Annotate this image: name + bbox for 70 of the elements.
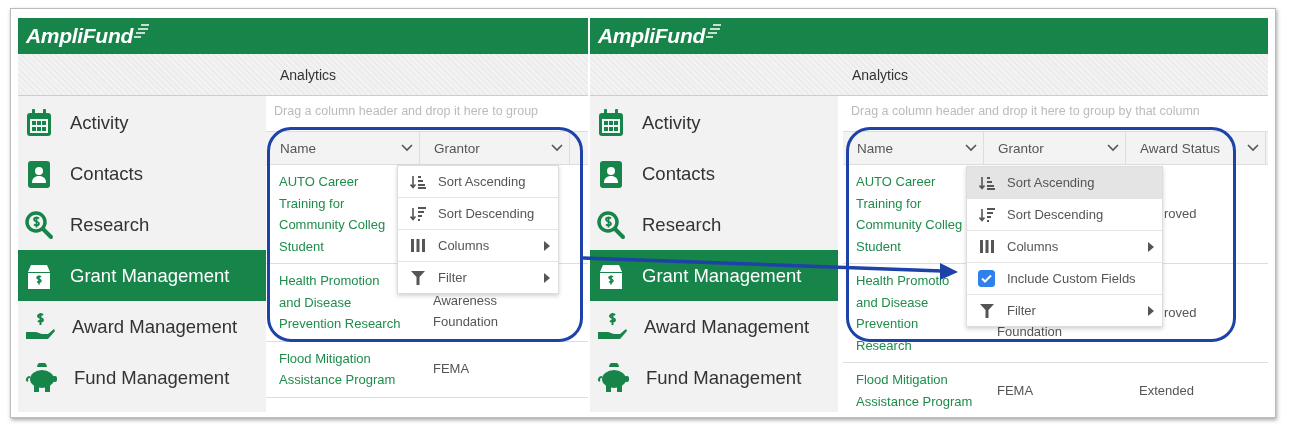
drop-hint: Drag a column header and drop it here to group by that column bbox=[850, 104, 1201, 120]
sidebar-item[interactable]: Research bbox=[18, 199, 266, 250]
columns-icon bbox=[410, 239, 425, 252]
chevron-down-icon[interactable] bbox=[551, 144, 563, 152]
sidebar-item[interactable]: Award Management bbox=[590, 301, 838, 352]
drop-hint: Drag a column header and drop it here to group bbox=[273, 104, 540, 120]
table-cell-text: FEMA bbox=[997, 381, 1034, 400]
table-cell-text: Awareness Foundation bbox=[433, 291, 499, 332]
grant-name-link[interactable]: Flood Mitigation Assistance Program bbox=[856, 369, 973, 412]
menu-item[interactable]: Columns bbox=[967, 230, 1162, 262]
money-hand-icon bbox=[596, 311, 628, 342]
chevron-down-icon[interactable] bbox=[1107, 144, 1119, 152]
sidebar-item[interactable]: Activity bbox=[590, 97, 838, 148]
sidebar-item[interactable]: Fund Management bbox=[18, 352, 266, 403]
filter-icon bbox=[979, 303, 994, 318]
column-header[interactable]: Name bbox=[843, 132, 984, 164]
sidebar-item[interactable]: Activity bbox=[18, 97, 266, 148]
table-cell-text: roved bbox=[1164, 304, 1197, 323]
piggy-bank-icon bbox=[24, 362, 58, 393]
grant-name-link[interactable]: Health Promotio and Disease Prevention Research bbox=[856, 270, 950, 356]
table-cell-text: FEMA bbox=[433, 360, 470, 379]
menu-item[interactable]: Filter bbox=[398, 261, 558, 293]
sidebar-item[interactable]: Contacts bbox=[18, 148, 266, 199]
sort-descending-icon bbox=[409, 206, 426, 221]
sort-ascending-icon bbox=[978, 175, 995, 190]
breadcrumb: Analytics bbox=[280, 66, 337, 83]
logo-text: AmpliFund bbox=[598, 24, 705, 48]
sidebar-item[interactable]: Research bbox=[590, 199, 838, 250]
sidebar-item[interactable]: Fund Management bbox=[590, 352, 838, 403]
breadcrumb: Analytics bbox=[852, 66, 909, 83]
sort-ascending-icon bbox=[409, 174, 426, 189]
sidebar-item[interactable]: Grant Management bbox=[18, 250, 266, 301]
menu-item[interactable]: Sort Ascending bbox=[967, 167, 1162, 198]
calendar-icon bbox=[596, 107, 626, 138]
menu-item[interactable]: Include Custom Fields bbox=[967, 262, 1162, 294]
money-search-icon bbox=[24, 209, 54, 240]
column-header[interactable]: Name bbox=[266, 132, 420, 164]
menu-item[interactable]: Sort Ascending bbox=[398, 166, 558, 197]
checkbox[interactable] bbox=[978, 270, 995, 287]
grant-name-link[interactable]: Health Promotion and Disease Prevention Research bbox=[279, 270, 401, 335]
grant-name-link[interactable]: AUTO Career Training for Community Colleg Student bbox=[279, 171, 386, 257]
checkmark-icon bbox=[981, 274, 992, 283]
logo-text: AmpliFund bbox=[26, 24, 133, 48]
money-search-icon bbox=[596, 209, 626, 240]
table-cell-text: roved bbox=[1164, 205, 1197, 224]
sort-descending-icon bbox=[978, 207, 995, 222]
money-hand-icon bbox=[24, 311, 56, 342]
chevron-down-icon[interactable] bbox=[965, 144, 977, 152]
chevron-down-icon[interactable] bbox=[401, 144, 413, 152]
sidebar-item[interactable]: Award Management bbox=[18, 301, 266, 352]
chevron-down-icon[interactable] bbox=[1247, 144, 1259, 152]
piggy-bank-icon bbox=[596, 362, 630, 393]
table-cell-text: Foundation bbox=[997, 323, 1063, 342]
sidebar-item[interactable]: Grant Management bbox=[590, 250, 838, 301]
menu-item[interactable]: Filter bbox=[967, 294, 1162, 326]
grant-name-link[interactable]: Flood Mitigation Assistance Program bbox=[279, 347, 396, 391]
column-header[interactable]: Grantor bbox=[420, 132, 570, 164]
columns-icon bbox=[979, 240, 994, 253]
calendar-icon bbox=[24, 107, 54, 138]
menu-item[interactable]: Sort Descending bbox=[967, 198, 1162, 230]
column-header[interactable]: Award Status bbox=[1126, 132, 1266, 164]
menu-item[interactable]: Sort Descending bbox=[398, 197, 558, 229]
table-cell-text: Extended bbox=[1139, 381, 1194, 400]
column-header[interactable]: Grantor bbox=[984, 132, 1126, 164]
grant-name-link[interactable]: AUTO Career Training for Community Colleg Student bbox=[856, 171, 963, 257]
menu-item[interactable]: Columns bbox=[398, 229, 558, 261]
sidebar-item[interactable]: Contacts bbox=[590, 148, 838, 199]
logo-lines-icon bbox=[132, 24, 149, 38]
logo-lines-icon bbox=[704, 24, 721, 38]
filter-icon bbox=[410, 270, 425, 285]
